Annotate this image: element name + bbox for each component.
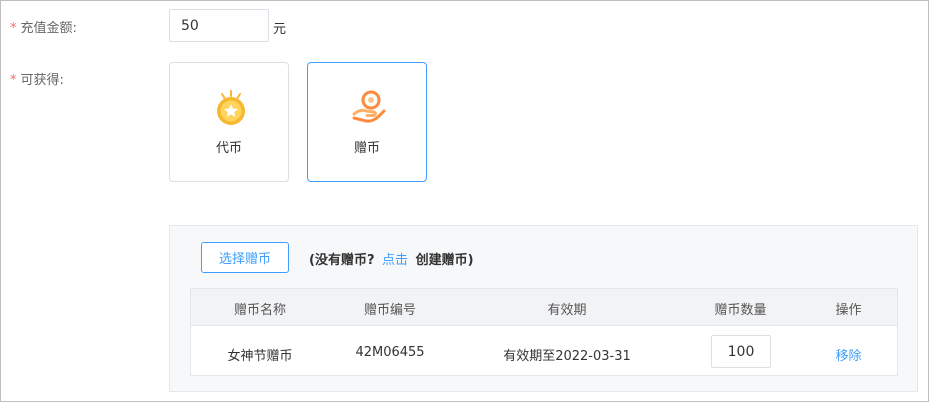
column-header-quantity: 赠币数量 <box>714 303 767 318</box>
create-gift-hint: (没有赠币? 点击 创建赠币) <box>309 249 474 268</box>
amount-label-text: 充值金额: <box>20 21 77 36</box>
hint-suffix: 创建赠币) <box>415 253 474 268</box>
coin-hand-icon <box>352 90 386 123</box>
option-label: 代币 <box>215 141 242 156</box>
hint-prefix: (没有赠币? <box>309 253 375 268</box>
column-header-action: 操作 <box>835 303 862 318</box>
gift-coin-panel: 选择赠币 (没有赠币? 点击 创建赠币) 赠币名称 赠币编号 有效期 赠币数量 … <box>169 225 918 392</box>
required-mark: * <box>10 73 17 88</box>
option-card-gift[interactable]: 赠币 <box>307 62 427 182</box>
amount-input[interactable] <box>169 9 269 42</box>
cell-coin-code: 42M06455 <box>355 345 425 360</box>
gift-coin-table: 赠币名称 赠币编号 有效期 赠币数量 操作 女神节赠币 42M06455 有效期… <box>190 288 898 376</box>
select-gift-coin-button[interactable]: 选择赠币 <box>201 242 289 273</box>
required-mark: * <box>10 21 17 36</box>
obtain-label-text: 可获得: <box>20 73 64 88</box>
create-gift-link[interactable]: 点击 <box>382 253 408 268</box>
option-card-token[interactable]: 代币 <box>169 62 289 182</box>
cell-validity: 有效期至2022-03-31 <box>503 349 631 364</box>
obtain-label: * 可获得: <box>10 69 64 88</box>
option-label: 赠币 <box>353 141 380 156</box>
cell-coin-name: 女神节赠币 <box>227 349 293 364</box>
column-header-validity: 有效期 <box>547 303 587 318</box>
amount-unit: 元 <box>273 22 287 37</box>
column-header-name: 赠币名称 <box>233 303 286 318</box>
column-header-code: 赠币编号 <box>363 303 416 318</box>
quantity-input[interactable] <box>711 335 771 368</box>
cell-action: 移除 <box>798 345 899 364</box>
amount-label: * 充值金额: <box>10 17 77 36</box>
remove-link[interactable]: 移除 <box>835 349 861 364</box>
gold-medal-icon <box>217 90 245 125</box>
